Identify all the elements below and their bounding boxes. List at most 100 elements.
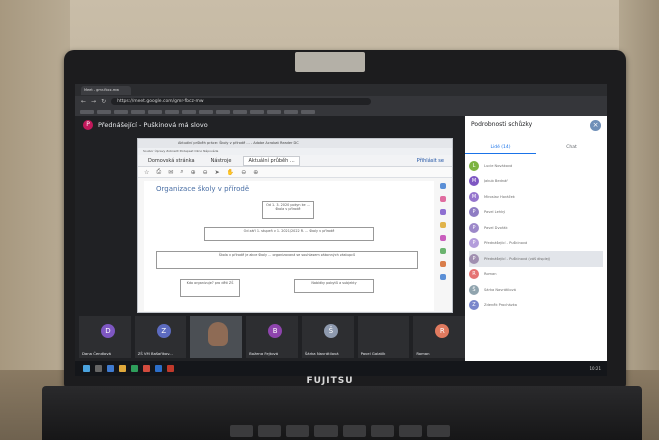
side-tool-icon[interactable] <box>440 261 446 267</box>
search-icon[interactable] <box>95 365 102 372</box>
document-menu-bar[interactable]: Soubor Úpravy Zobrazit Podepsat Okno Náp… <box>138 148 452 155</box>
bookmark-item[interactable] <box>80 109 94 114</box>
sign-in-link[interactable]: Přihlásit se <box>417 158 444 164</box>
side-tool-icon[interactable] <box>440 274 446 280</box>
participant-tile[interactable]: Pavel Galatík <box>357 316 410 358</box>
back-icon[interactable]: ← <box>81 98 86 105</box>
diagram-box-second: Od září 1. stupeň v 1. 2021/2022 R. ... … <box>204 227 374 241</box>
bookmark-item[interactable] <box>97 109 111 114</box>
participant-avatar: R <box>435 324 450 338</box>
shared-document-window: Aktuální průběh práce: Školy v přírodě .… <box>137 138 453 313</box>
participant-row[interactable]: L Lucie Nováková <box>469 158 603 174</box>
side-tool-icon[interactable] <box>440 196 446 202</box>
participant-list: L Lucie Nováková M Jakub Bednář M Miroslav Ho… <box>469 158 603 313</box>
bookmark-item[interactable] <box>114 109 128 114</box>
participant-tile[interactable]: R Roman <box>413 316 466 358</box>
participant-tile[interactable]: Š Šárka Navrátilová <box>301 316 354 358</box>
taskbar-clock: 10:21 <box>589 366 601 371</box>
participant-name: Pavel Dvořák <box>484 225 508 230</box>
diagram-box-third: Škola v přírodě je akce školy ... organi… <box>156 251 418 269</box>
taskbar-app-icon[interactable] <box>107 365 114 372</box>
presenter-avatar: P <box>83 120 93 130</box>
participant-avatar: D <box>101 324 115 338</box>
bookmark-item[interactable] <box>216 109 230 114</box>
taskbar-app-icon[interactable] <box>155 365 162 372</box>
participant-row[interactable]: M Miroslav Horáček <box>469 189 603 205</box>
hand-icon[interactable]: ✋ <box>227 169 234 176</box>
page-down-icon[interactable]: ⊖ <box>203 169 208 176</box>
bookmark-item[interactable] <box>267 109 281 114</box>
participant-row[interactable]: P Pavel Dvořák <box>469 220 603 236</box>
document-window-title: Aktuální průběh práce: Školy v přírodě .… <box>138 139 452 148</box>
mail-icon[interactable]: ✉ <box>168 169 173 176</box>
key <box>314 425 338 437</box>
participant-row[interactable]: Z Zdeněk Procházka <box>469 298 603 314</box>
tab-home[interactable]: Domovská stránka <box>144 157 199 165</box>
forward-icon[interactable]: → <box>91 98 96 105</box>
browser-tab[interactable]: Meet - gmr-fbcz-mw <box>81 85 131 95</box>
participant-name: Miroslav Horáček <box>484 194 515 199</box>
bookmark-item[interactable] <box>165 109 179 114</box>
bookmark-item[interactable] <box>233 109 247 114</box>
participant-avatar: P <box>469 253 479 264</box>
meeting-details-panel: Podrobnosti schůzky × Lidé (14) Chat L Lu… <box>465 116 607 361</box>
participant-tile[interactable]: Z ZŠ VM Bašařikov... <box>134 316 187 358</box>
browser-tab-bar: Meet - gmr-fbcz-mw <box>75 84 607 96</box>
participant-name: Pavel Lehký <box>484 210 506 215</box>
participant-row[interactable]: P Přednášející - Puškinová <box>469 236 603 252</box>
page-up-icon[interactable]: ⊕ <box>191 169 196 176</box>
diagram-box-top: Od 1. 3. 2020 pokyn ke ... škola v příro… <box>262 201 314 219</box>
page-heading: Organizace školy v přírodě <box>156 185 250 193</box>
participant-tile[interactable]: B Božena Fejtová <box>246 316 298 358</box>
participant-avatar: Z <box>469 300 479 311</box>
participant-row[interactable]: Š Šárka Navrátilová <box>469 282 603 298</box>
participant-row[interactable]: P Přednášející - Puškinová (váš displej) <box>469 251 603 267</box>
side-tool-icon[interactable] <box>440 248 446 254</box>
save-icon[interactable]: ☆ <box>144 169 149 176</box>
bookmark-item[interactable] <box>301 109 315 114</box>
taskbar-app-icon[interactable] <box>131 365 138 372</box>
side-tool-icon[interactable] <box>440 222 446 228</box>
key <box>342 425 366 437</box>
address-bar[interactable]: https://meet.google.com/gmr-fbcz-mw <box>111 98 372 105</box>
zoom-in-icon[interactable]: ⊕ <box>253 169 258 176</box>
taskbar-app-icon[interactable] <box>167 365 174 372</box>
participant-tile[interactable]: D Dana Čendlová <box>79 316 131 358</box>
participant-row[interactable]: P Pavel Lehký <box>469 205 603 221</box>
bookmark-item[interactable] <box>148 109 162 114</box>
laptop-screen: Meet - gmr-fbcz-mw ← → ↻ https://meet.go… <box>75 84 607 376</box>
print-icon[interactable]: ⎙ <box>156 168 161 176</box>
search-icon[interactable]: ⌕ <box>180 168 183 176</box>
participant-avatar: Z <box>156 324 171 338</box>
zoom-out-icon[interactable]: ⊖ <box>241 169 246 176</box>
participant-tile[interactable] <box>190 316 243 358</box>
start-icon[interactable] <box>83 365 90 372</box>
webcam-tape <box>295 52 365 72</box>
participant-avatar: Š <box>469 284 479 295</box>
participant-name: Lucie Nováková <box>484 163 513 168</box>
bookmark-item[interactable] <box>199 109 213 114</box>
cursor-icon[interactable]: ➤ <box>215 169 220 176</box>
tab-people[interactable]: Lidé (14) <box>465 142 536 154</box>
side-tool-icon[interactable] <box>440 235 446 241</box>
participant-avatar: P <box>469 207 479 218</box>
side-tool-icon[interactable] <box>440 209 446 215</box>
participant-row[interactable]: M Jakub Bednář <box>469 174 603 190</box>
bookmark-item[interactable] <box>250 109 264 114</box>
reload-icon[interactable]: ↻ <box>101 98 106 105</box>
bookmark-item[interactable] <box>131 109 145 114</box>
taskbar-app-icon[interactable] <box>119 365 126 372</box>
tab-current-document[interactable]: Aktuální průběh ... <box>243 155 300 166</box>
bookmark-item[interactable] <box>182 109 196 114</box>
close-icon[interactable]: × <box>590 120 601 131</box>
taskbar-app-icon[interactable] <box>143 365 150 372</box>
diagram-box-left: Kdo organizuje? pro děti ZŠ <box>180 279 240 297</box>
tab-tools[interactable]: Nástroje <box>207 157 236 165</box>
participant-strip: D Dana Čendlová Z ZŠ VM Bašařikov... B Božena… <box>75 316 466 361</box>
participant-row[interactable]: R Roman <box>469 267 603 283</box>
document-side-tools <box>437 183 449 280</box>
side-tool-icon[interactable] <box>440 183 446 189</box>
participant-avatar: Š <box>323 324 338 338</box>
tab-chat[interactable]: Chat <box>536 142 607 154</box>
bookmark-item[interactable] <box>284 109 298 114</box>
